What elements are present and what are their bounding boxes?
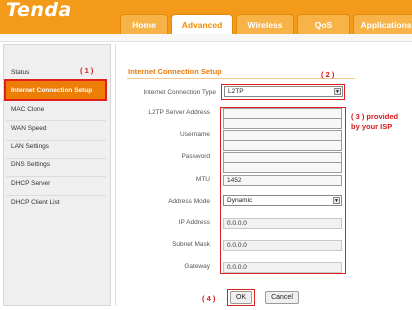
annotation-step-3-line2: by your ISP: [351, 122, 393, 131]
subnet-mask-label: Subnet Mask: [172, 241, 210, 248]
annotation-step-2: ( 2 ): [321, 70, 335, 79]
tab-advanced[interactable]: Advanced: [171, 14, 233, 34]
password-label: Password: [181, 153, 210, 160]
chevron-down-icon[interactable]: ▼: [333, 197, 340, 204]
top-nav-tabs: Home Advanced Wireless QoS Applications: [120, 14, 412, 34]
gateway-field: 0.0.0.0: [223, 262, 342, 273]
annotation-step-3-line1: ( 3 ) provided: [351, 112, 399, 121]
tenda-logo: Tenda: [6, 0, 72, 21]
sidebar-item-dhcp-client-list[interactable]: DHCP Client List: [6, 191, 106, 213]
chevron-down-icon[interactable]: ▼: [334, 88, 341, 95]
connection-type-select[interactable]: L2TP ▼: [224, 86, 343, 97]
annotation-step-4: ( 4 ): [202, 294, 216, 303]
header-strip: [0, 34, 412, 42]
l2tp-server-input-extra[interactable]: [223, 118, 342, 129]
tab-applications[interactable]: Applications: [353, 14, 412, 34]
password-input-extra[interactable]: [223, 162, 342, 173]
address-mode-label: Address Mode: [168, 198, 210, 205]
subnet-mask-field: 0.0.0.0: [223, 240, 342, 251]
cancel-button[interactable]: Cancel: [265, 291, 299, 304]
username-input-extra[interactable]: [223, 140, 342, 151]
page-title: Internet Connection Setup: [128, 67, 222, 76]
connection-type-value: L2TP: [228, 88, 244, 95]
ok-button[interactable]: OK: [230, 291, 252, 304]
connection-type-label: Internet Connection Type: [143, 89, 216, 96]
tab-home[interactable]: Home: [120, 14, 168, 34]
address-mode-value: Dynamic: [227, 197, 253, 204]
tab-qos[interactable]: QoS: [297, 14, 350, 34]
annotation-step-1: ( 1 ): [80, 66, 94, 75]
ip-address-label: IP Address: [178, 219, 210, 226]
mtu-label: MTU: [195, 176, 210, 183]
username-label: Username: [180, 131, 210, 138]
l2tp-server-label: L2TP Server Address: [148, 109, 210, 116]
mtu-input[interactable]: 1452: [223, 175, 342, 186]
annotation-step-3: ( 3 ) provided by your ISP: [351, 112, 398, 132]
ip-address-field: 0.0.0.0: [223, 218, 342, 229]
header-bar: Tenda Home Advanced Wireless QoS Applica…: [0, 0, 412, 34]
gateway-label: Gateway: [184, 263, 210, 270]
address-mode-select[interactable]: Dynamic ▼: [223, 195, 342, 206]
tab-wireless[interactable]: Wireless: [236, 14, 294, 34]
